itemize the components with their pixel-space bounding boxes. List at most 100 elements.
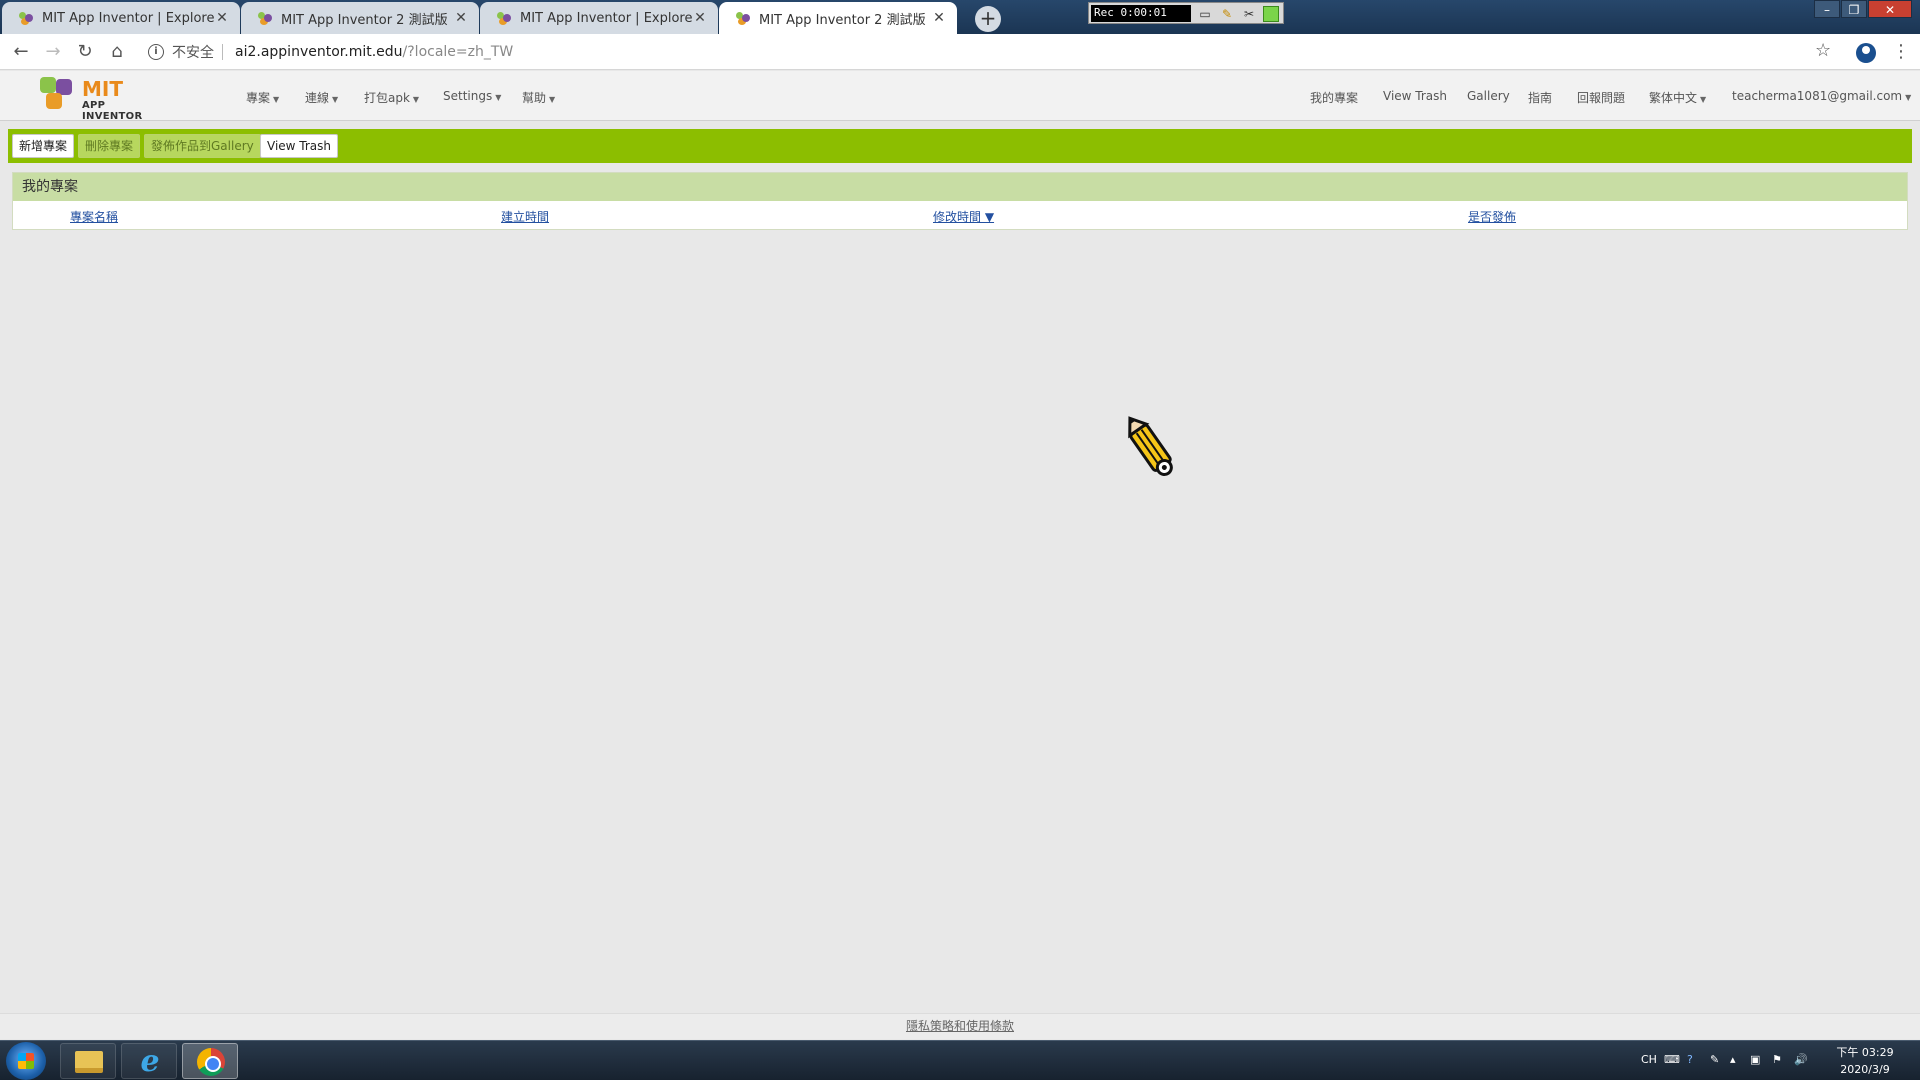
browser-tab-active[interactable]: MIT App Inventor 2 測試版 ✕ bbox=[719, 2, 957, 34]
nav-my-projects[interactable]: 我的專案 bbox=[1310, 89, 1358, 106]
column-created-time[interactable]: 建立時間 bbox=[501, 208, 549, 225]
address-bar[interactable]: i 不安全 ai2.appinventor.mit.edu /?locale=z… bbox=[148, 38, 1808, 66]
close-tab-icon[interactable]: ✕ bbox=[692, 10, 708, 26]
pen-tray-icon[interactable]: ✎ bbox=[1710, 1053, 1719, 1066]
dropdown-caret-icon: ▼ bbox=[332, 95, 339, 104]
divider bbox=[222, 44, 223, 60]
nav-gallery[interactable]: Gallery bbox=[1467, 89, 1510, 103]
windows-taskbar: e CH ⌨ ? ✎ ▴ ▣ ⚑ 🔊 下午 03:29 2020/3/9 bbox=[0, 1040, 1920, 1080]
new-tab-button[interactable]: + bbox=[975, 6, 1001, 32]
internet-explorer-icon: e bbox=[140, 1044, 160, 1079]
bookmark-star-icon[interactable]: ☆ bbox=[1815, 40, 1831, 61]
new-project-button[interactable]: 新增專案 bbox=[12, 134, 75, 158]
home-icon[interactable]: ⌂ bbox=[105, 40, 129, 64]
input-language-indicator[interactable]: CH bbox=[1641, 1053, 1657, 1066]
project-list-panel: 我的專案 專案名稱 建立時間 修改時間 ▼ 是否發佈 bbox=[12, 172, 1908, 230]
app-inventor-favicon-icon bbox=[496, 10, 512, 26]
menu-projects[interactable]: 專案 ▼ bbox=[246, 89, 279, 106]
delete-project-button[interactable]: 刪除專案 bbox=[78, 134, 141, 158]
view-trash-button[interactable]: View Trash bbox=[260, 134, 339, 158]
folder-icon bbox=[75, 1051, 103, 1073]
close-window-button[interactable]: ✕ bbox=[1868, 0, 1912, 18]
maximize-window-button[interactable]: ❐ bbox=[1841, 0, 1867, 18]
clock-date: 2020/3/9 bbox=[1840, 1063, 1890, 1076]
tab-title: MIT App Inventor | Explore MIT bbox=[520, 10, 692, 26]
page-footer: 隱私策略和使用條款 bbox=[0, 1013, 1920, 1039]
logo-icon bbox=[36, 77, 76, 113]
account-email: teacherma1081@gmail.com bbox=[1732, 89, 1903, 103]
taskbar-chrome[interactable] bbox=[182, 1043, 238, 1079]
menu-connect[interactable]: 連線 ▼ bbox=[305, 89, 338, 106]
close-tab-icon[interactable]: ✕ bbox=[931, 10, 947, 26]
clock-time: 下午 03:29 bbox=[1836, 1046, 1894, 1059]
info-icon[interactable]: i bbox=[148, 44, 164, 60]
volume-icon[interactable]: 🔊 bbox=[1794, 1053, 1808, 1066]
column-project-name[interactable]: 專案名稱 bbox=[70, 208, 118, 225]
browser-tab-strip: MIT App Inventor | Explore MIT ✕ MIT App… bbox=[0, 0, 1920, 34]
publish-to-gallery-button[interactable]: 發佈作品到Gallery bbox=[144, 134, 261, 158]
app-inventor-favicon-icon bbox=[257, 10, 273, 26]
privacy-terms-link[interactable]: 隱私策略和使用條款 bbox=[906, 1019, 1014, 1033]
language-label: 繁体中文 bbox=[1649, 91, 1698, 105]
system-clock[interactable]: 下午 03:29 2020/3/9 bbox=[1820, 1044, 1910, 1078]
close-tab-icon[interactable]: ✕ bbox=[453, 10, 469, 26]
menu-label: 專案 bbox=[246, 91, 271, 105]
browser-tab[interactable]: MIT App Inventor | Explore MIT ✕ bbox=[480, 2, 718, 34]
menu-label: 連線 bbox=[305, 91, 330, 105]
reload-icon[interactable]: ↻ bbox=[73, 40, 97, 64]
nav-report-issue[interactable]: 回報問題 bbox=[1577, 89, 1625, 106]
project-table-header: 專案名稱 建立時間 修改時間 ▼ 是否發佈 bbox=[13, 201, 1907, 229]
show-hidden-icons-icon[interactable]: ▴ bbox=[1730, 1053, 1736, 1066]
close-tab-icon[interactable]: ✕ bbox=[214, 10, 230, 26]
security-label: 不安全 bbox=[172, 45, 214, 61]
menu-label: 打包apk bbox=[364, 91, 410, 105]
url-path: /?locale=zh_TW bbox=[402, 44, 514, 60]
tab-title: MIT App Inventor 2 測試版 bbox=[759, 12, 926, 28]
nav-view-trash[interactable]: View Trash bbox=[1383, 89, 1447, 103]
network-icon[interactable]: ▣ bbox=[1750, 1053, 1760, 1066]
app-header: MIT APP INVENTOR 專案 ▼ 連線 ▼ 打包apk ▼ Settings… bbox=[0, 71, 1920, 122]
help-icon[interactable]: ? bbox=[1687, 1053, 1693, 1066]
dropdown-caret-icon: ▼ bbox=[1905, 93, 1912, 102]
chrome-menu-icon[interactable]: ⋮ bbox=[1892, 41, 1910, 62]
column-modified-time[interactable]: 修改時間 ▼ bbox=[933, 208, 994, 225]
menu-label: 幫助 bbox=[522, 91, 547, 105]
screen-recorder-widget: Rec 0:00:01 ▭ ✎ ✂ bbox=[1088, 2, 1284, 24]
dropdown-caret-icon: ▼ bbox=[412, 95, 420, 104]
minimize-window-button[interactable]: – bbox=[1814, 0, 1840, 18]
column-published[interactable]: 是否發佈 bbox=[1468, 208, 1516, 225]
menu-label: Settings bbox=[443, 89, 493, 103]
nav-guide[interactable]: 指南 bbox=[1528, 89, 1552, 106]
taskbar-internet-explorer[interactable]: e bbox=[121, 1043, 177, 1079]
taskbar-explorer[interactable] bbox=[60, 1043, 116, 1079]
nav-account[interactable]: teacherma1081@gmail.com ▼ bbox=[1732, 89, 1911, 103]
back-arrow-icon[interactable]: ← bbox=[9, 40, 33, 64]
tab-title: MIT App Inventor | Explore MIT bbox=[42, 10, 214, 26]
dropdown-caret-icon: ▼ bbox=[273, 95, 280, 104]
scissors-icon[interactable]: ✂ bbox=[1241, 6, 1257, 22]
screen-icon[interactable]: ▭ bbox=[1197, 6, 1213, 22]
menu-build[interactable]: 打包apk ▼ bbox=[364, 89, 419, 106]
menu-settings[interactable]: Settings ▼ bbox=[443, 89, 501, 103]
stop-square-icon[interactable] bbox=[1263, 6, 1279, 22]
panel-title: 我的專案 bbox=[13, 173, 1907, 201]
browser-toolbar: ← → ↻ ⌂ i 不安全 ai2.appinventor.mit.edu /?… bbox=[0, 34, 1920, 70]
dropdown-caret-icon: ▼ bbox=[549, 95, 556, 104]
nav-language[interactable]: 繁体中文 ▼ bbox=[1649, 89, 1706, 106]
browser-tab[interactable]: MIT App Inventor 2 測試版 ✕ bbox=[241, 2, 479, 34]
profile-avatar-icon[interactable] bbox=[1856, 43, 1876, 63]
logo-mit-text: MIT bbox=[82, 77, 123, 101]
menu-help[interactable]: 幫助 ▼ bbox=[522, 89, 555, 106]
browser-tab[interactable]: MIT App Inventor | Explore MIT ✕ bbox=[2, 2, 240, 34]
action-center-flag-icon[interactable]: ⚑ bbox=[1772, 1053, 1782, 1066]
project-action-bar: 新增專案 刪除專案 發佈作品到Gallery View Trash bbox=[8, 129, 1912, 163]
pen-icon[interactable]: ✎ bbox=[1219, 6, 1235, 22]
mit-app-inventor-logo[interactable]: MIT APP INVENTOR bbox=[36, 75, 166, 122]
app-inventor-favicon-icon bbox=[18, 10, 34, 26]
tab-title: MIT App Inventor 2 測試版 bbox=[281, 12, 448, 28]
keyboard-icon[interactable]: ⌨ bbox=[1664, 1053, 1680, 1066]
chrome-icon bbox=[197, 1048, 225, 1076]
forward-arrow-icon[interactable]: → bbox=[41, 40, 65, 64]
app-inventor-favicon-icon bbox=[735, 10, 751, 26]
windows-start-icon[interactable] bbox=[6, 1042, 46, 1080]
